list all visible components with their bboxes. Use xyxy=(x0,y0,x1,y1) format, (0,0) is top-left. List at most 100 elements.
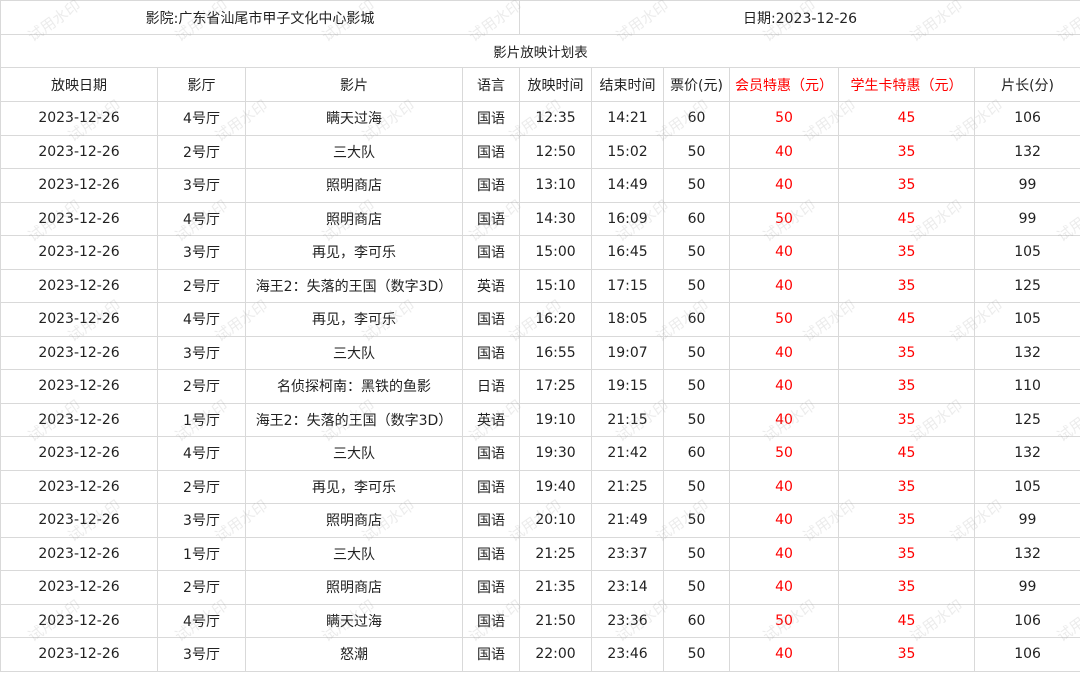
cell-duration: 132 xyxy=(974,335,1080,370)
cell-member-price: 40 xyxy=(729,235,840,270)
cell-duration: 106 xyxy=(974,101,1080,136)
cell-hall: 3号厅 xyxy=(157,637,246,672)
table-title: 影片放映计划表 xyxy=(0,34,1080,68)
cell-member-price: 40 xyxy=(729,168,840,203)
cell-duration: 99 xyxy=(974,503,1080,538)
cell-member-price: 50 xyxy=(729,603,840,638)
cell-member-price: 40 xyxy=(729,268,840,303)
cell-price: 60 xyxy=(663,603,731,638)
cell-student-price: 35 xyxy=(838,469,976,504)
col-header-hall: 影厅 xyxy=(157,67,246,102)
cell-price: 50 xyxy=(663,235,731,270)
cell-price: 50 xyxy=(663,268,731,303)
cell-hall: 2号厅 xyxy=(157,268,246,303)
cell-date: 2023-12-26 xyxy=(0,101,158,136)
cell-date: 2023-12-26 xyxy=(0,637,158,672)
cell-member-price: 40 xyxy=(729,536,840,571)
cell-start-time: 16:55 xyxy=(519,335,593,370)
cell-film: 海王2：失落的王国（数字3D） xyxy=(245,402,463,437)
table-row: 2023-12-26 3号厅 怒潮 国语 22:00 23:46 50 40 35 106 xyxy=(0,637,1080,672)
table-row: 2023-12-26 2号厅 照明商店 国语 21:35 23:14 50 40 35 99 xyxy=(0,570,1080,605)
cell-film: 照明商店 xyxy=(245,503,463,538)
cell-hall: 4号厅 xyxy=(157,302,246,337)
table-row: 2023-12-26 2号厅 名侦探柯南：黑铁的鱼影 日语 17:25 19:15 50 40… xyxy=(0,369,1080,404)
cell-price: 50 xyxy=(663,168,731,203)
cell-duration: 132 xyxy=(974,436,1080,471)
cell-language: 国语 xyxy=(461,302,521,337)
col-header-student-price: 学生卡特惠（元） xyxy=(838,67,976,102)
cell-language: 国语 xyxy=(461,469,521,504)
cell-duration: 110 xyxy=(974,369,1080,404)
col-header-start-time: 放映时间 xyxy=(519,67,593,102)
cell-start-time: 13:10 xyxy=(519,168,593,203)
schedule-date: 日期:2023-12-26 xyxy=(519,0,1080,35)
schedule-rows: 2023-12-26 4号厅 瞒天过海 国语 12:35 14:21 60 50 45 106 20… xyxy=(0,101,1080,672)
table-row: 2023-12-26 4号厅 再见，李可乐 国语 16:20 18:05 60 50 45 105 xyxy=(0,302,1080,337)
cell-film: 瞒天过海 xyxy=(245,603,463,638)
cell-date: 2023-12-26 xyxy=(0,201,158,236)
table-row: 2023-12-26 4号厅 三大队 国语 19:30 21:42 60 50 45 132 xyxy=(0,436,1080,471)
cell-student-price: 35 xyxy=(838,335,976,370)
cell-student-price: 35 xyxy=(838,369,976,404)
table-row: 2023-12-26 2号厅 三大队 国语 12:50 15:02 50 40 35 132 xyxy=(0,134,1080,169)
cell-film: 照明商店 xyxy=(245,168,463,203)
cell-member-price: 40 xyxy=(729,402,840,437)
cell-end-time: 16:09 xyxy=(591,201,665,236)
cell-date: 2023-12-26 xyxy=(0,469,158,504)
cell-duration: 106 xyxy=(974,603,1080,638)
cell-hall: 3号厅 xyxy=(157,335,246,370)
cell-language: 日语 xyxy=(461,369,521,404)
cell-start-time: 22:00 xyxy=(519,637,593,672)
cell-duration: 99 xyxy=(974,570,1080,605)
cell-start-time: 19:40 xyxy=(519,469,593,504)
cell-film: 再见，李可乐 xyxy=(245,469,463,504)
cell-member-price: 50 xyxy=(729,101,840,136)
cell-language: 国语 xyxy=(461,134,521,169)
cell-price: 60 xyxy=(663,436,731,471)
cell-date: 2023-12-26 xyxy=(0,235,158,270)
cell-member-price: 40 xyxy=(729,469,840,504)
cell-hall: 4号厅 xyxy=(157,436,246,471)
cell-price: 60 xyxy=(663,101,731,136)
table-row: 2023-12-26 2号厅 再见，李可乐 国语 19:40 21:25 50 40 35 105 xyxy=(0,469,1080,504)
cell-language: 国语 xyxy=(461,503,521,538)
cell-date: 2023-12-26 xyxy=(0,402,158,437)
cell-start-time: 20:10 xyxy=(519,503,593,538)
cell-hall: 3号厅 xyxy=(157,503,246,538)
cell-film: 三大队 xyxy=(245,335,463,370)
cell-hall: 3号厅 xyxy=(157,168,246,203)
cell-student-price: 35 xyxy=(838,570,976,605)
cell-film: 照明商店 xyxy=(245,201,463,236)
cell-end-time: 21:15 xyxy=(591,402,665,437)
cell-student-price: 35 xyxy=(838,134,976,169)
schedule-table: 影院:广东省汕尾市甲子文化中心影城 日期:2023-12-26 影片放映计划表 … xyxy=(0,0,1080,672)
cell-member-price: 40 xyxy=(729,134,840,169)
cell-price: 50 xyxy=(663,369,731,404)
cell-language: 国语 xyxy=(461,570,521,605)
cell-end-time: 18:05 xyxy=(591,302,665,337)
table-row: 2023-12-26 3号厅 三大队 国语 16:55 19:07 50 40 35 132 xyxy=(0,335,1080,370)
cell-hall: 1号厅 xyxy=(157,536,246,571)
table-row: 2023-12-26 4号厅 瞒天过海 国语 21:50 23:36 60 50 45 106 xyxy=(0,603,1080,638)
cell-language: 国语 xyxy=(461,201,521,236)
table-row: 2023-12-26 3号厅 照明商店 国语 13:10 14:49 50 40 35 99 xyxy=(0,168,1080,203)
cell-student-price: 45 xyxy=(838,302,976,337)
cell-student-price: 45 xyxy=(838,201,976,236)
cell-price: 50 xyxy=(663,402,731,437)
cell-student-price: 45 xyxy=(838,436,976,471)
table-row: 2023-12-26 3号厅 照明商店 国语 20:10 21:49 50 40 35 99 xyxy=(0,503,1080,538)
cell-price: 50 xyxy=(663,134,731,169)
cell-film: 怒潮 xyxy=(245,637,463,672)
cell-price: 50 xyxy=(663,469,731,504)
cell-film: 瞒天过海 xyxy=(245,101,463,136)
table-row: 2023-12-26 2号厅 海王2：失落的王国（数字3D） 英语 15:10 17:15… xyxy=(0,268,1080,303)
cell-end-time: 21:49 xyxy=(591,503,665,538)
cell-student-price: 35 xyxy=(838,503,976,538)
cell-hall: 4号厅 xyxy=(157,201,246,236)
cell-end-time: 21:25 xyxy=(591,469,665,504)
cell-date: 2023-12-26 xyxy=(0,436,158,471)
cell-end-time: 16:45 xyxy=(591,235,665,270)
table-row: 2023-12-26 1号厅 三大队 国语 21:25 23:37 50 40 35 132 xyxy=(0,536,1080,571)
cell-film: 三大队 xyxy=(245,536,463,571)
table-row: 2023-12-26 1号厅 海王2：失落的王国（数字3D） 英语 19:10 21:15… xyxy=(0,402,1080,437)
